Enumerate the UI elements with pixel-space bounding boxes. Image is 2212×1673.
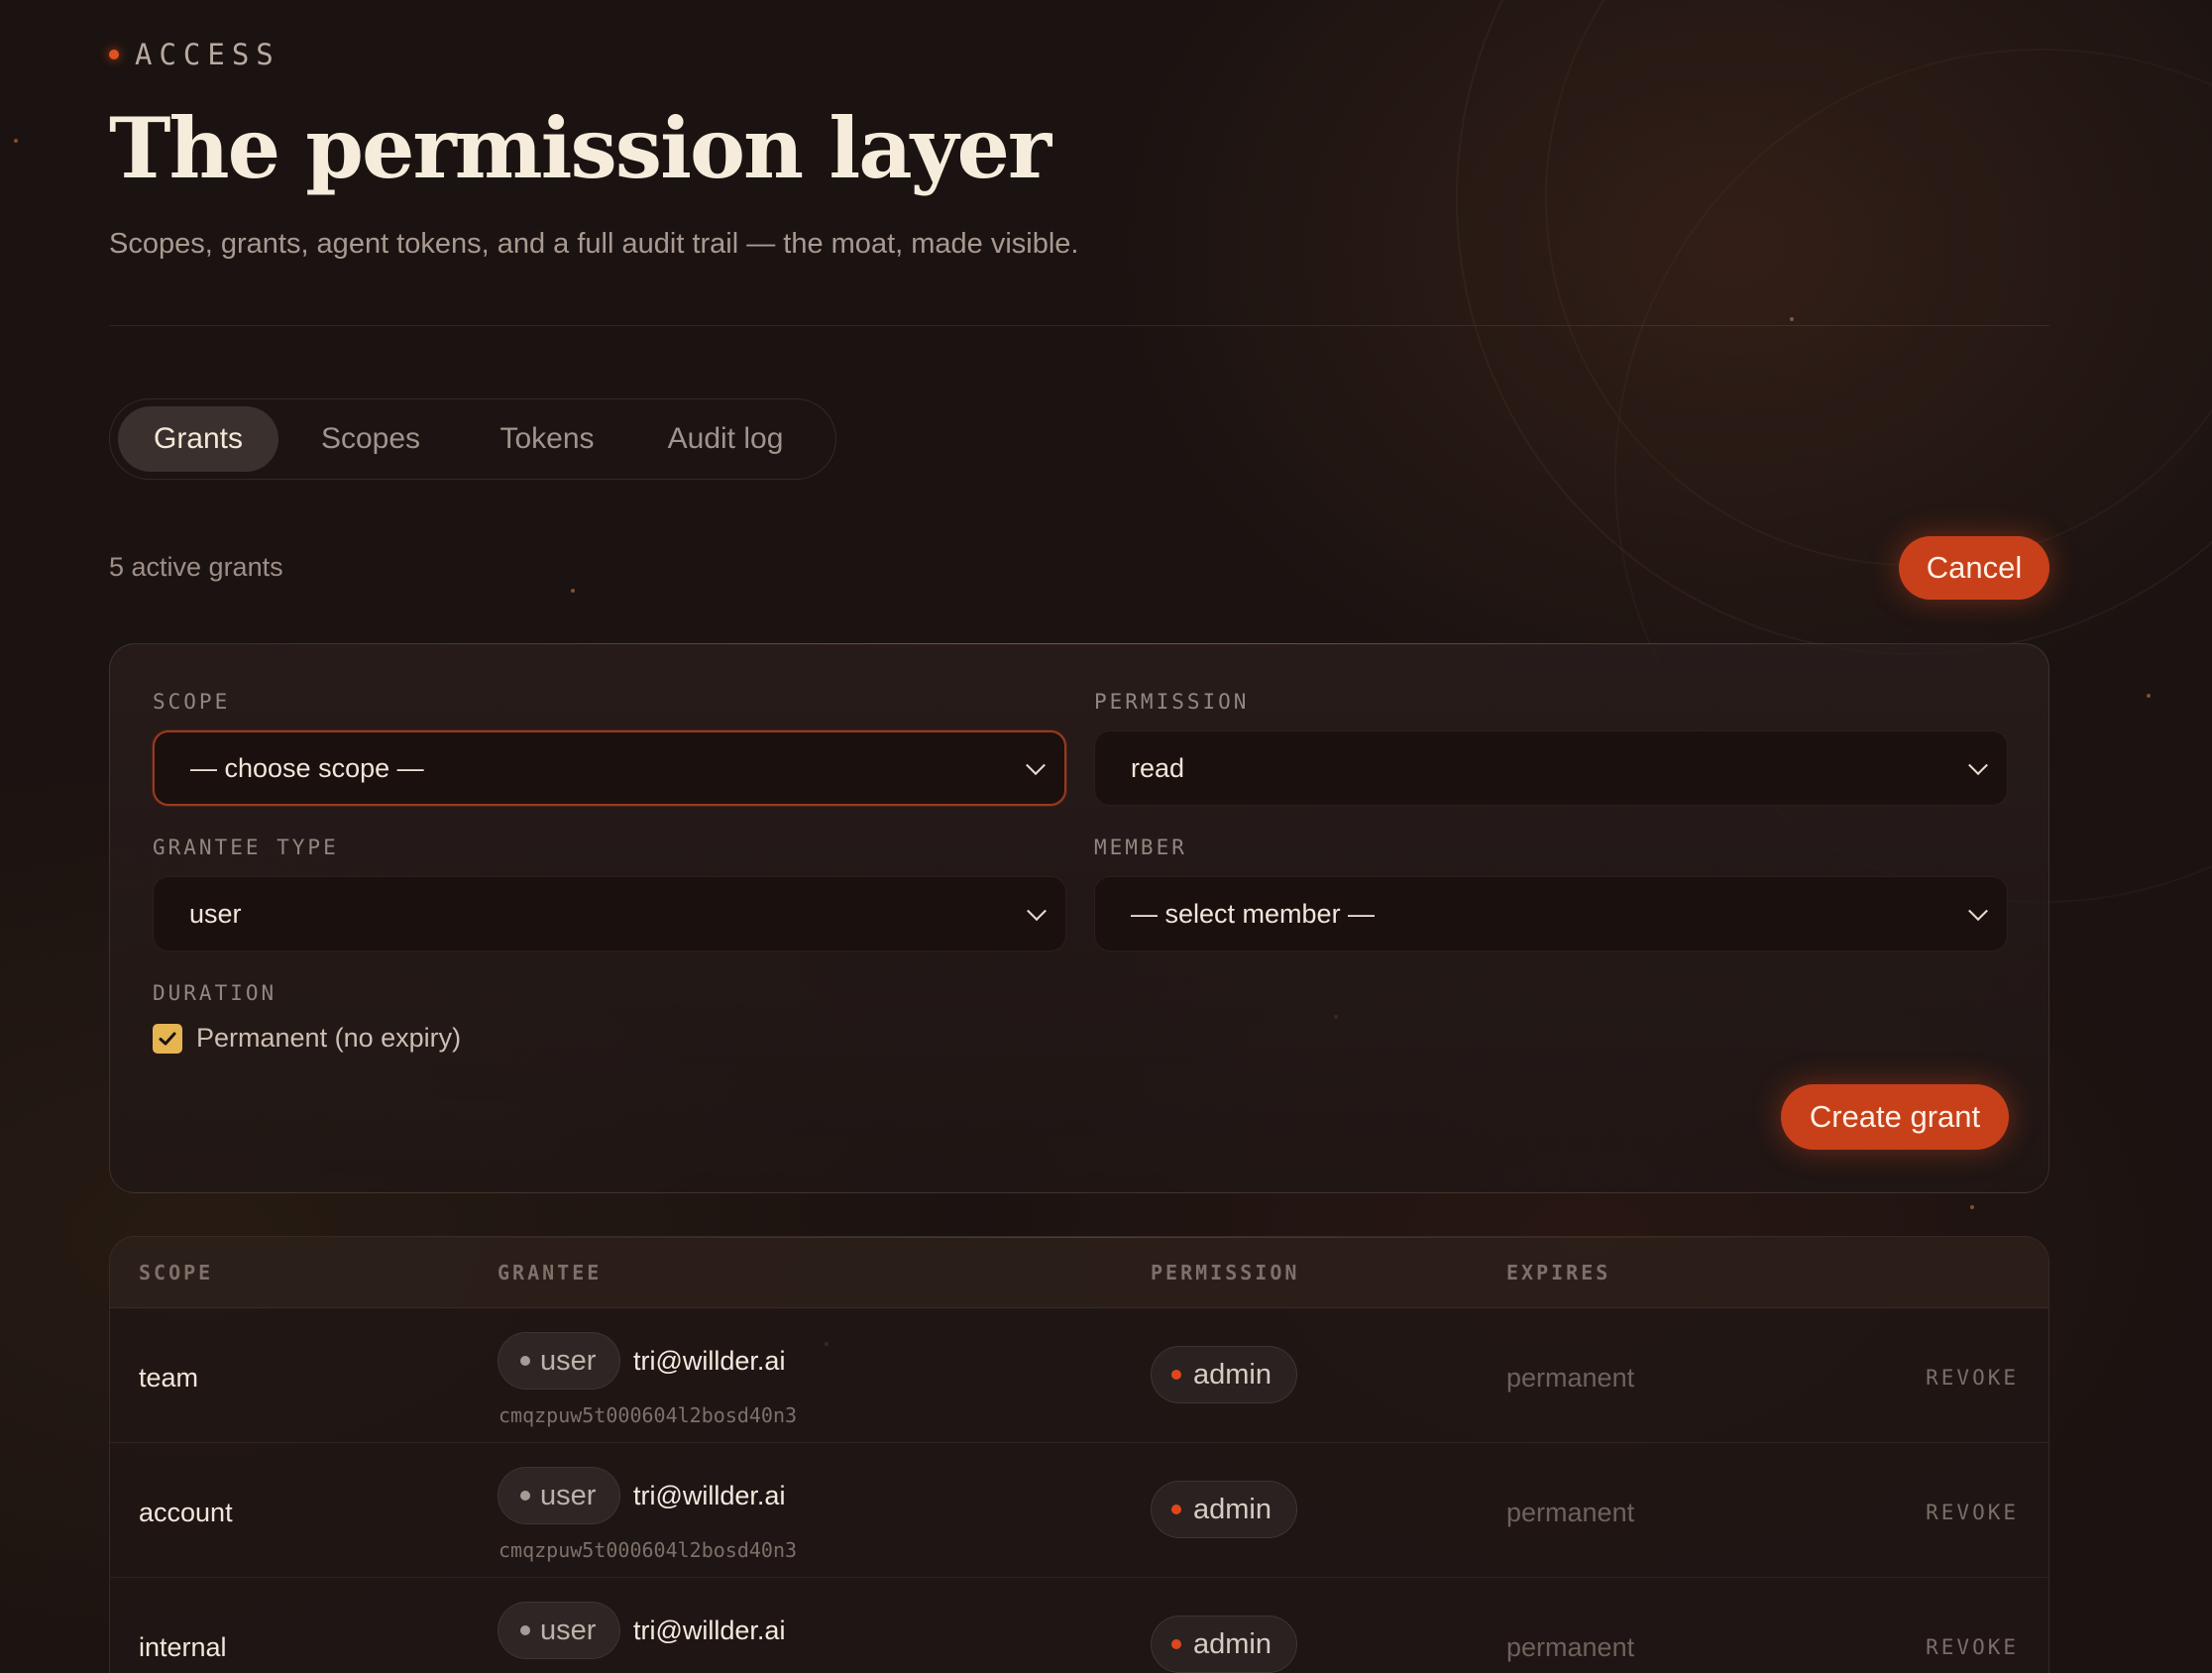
grantee-id: cmqzpuw5t000604l2bosd40n3 xyxy=(498,1538,798,1562)
dot-icon xyxy=(1171,1639,1181,1649)
scope-select[interactable]: — choose scope — xyxy=(153,730,1066,806)
permission-text: admin xyxy=(1193,1358,1272,1391)
permission-chip: admin xyxy=(1151,1616,1297,1673)
permanent-checkbox[interactable] xyxy=(153,1023,182,1054)
permission-chip: admin xyxy=(1151,1346,1297,1403)
column-header-permission: PERMISSION xyxy=(1151,1261,1300,1284)
revoke-button[interactable]: REVOKE xyxy=(1926,1635,2019,1659)
column-header-expires: EXPIRES xyxy=(1506,1261,1611,1284)
row-scope: team xyxy=(139,1363,199,1393)
tab-scopes[interactable]: Scopes xyxy=(278,406,463,472)
permission-label: PERMISSION xyxy=(1094,690,1250,714)
tab-tokens[interactable]: Tokens xyxy=(463,406,631,472)
table-header: SCOPE GRANTEE PERMISSION EXPIRES xyxy=(110,1237,2048,1308)
permission-text: admin xyxy=(1193,1493,1272,1525)
tab-audit-log[interactable]: Audit log xyxy=(631,406,820,472)
row-expires: permanent xyxy=(1506,1363,1635,1393)
grants-table: SCOPE GRANTEE PERMISSION EXPIRES team us… xyxy=(109,1236,2049,1673)
grantee-type-label: GRANTEE TYPE xyxy=(153,836,339,859)
dot-icon xyxy=(520,1491,530,1501)
grantee-type-text: user xyxy=(540,1344,597,1377)
permission-text: admin xyxy=(1193,1627,1272,1660)
page-subtitle: Scopes, grants, agent tokens, and a full… xyxy=(109,228,1079,260)
permission-chip: admin xyxy=(1151,1481,1297,1538)
grantee-type-chip: user xyxy=(498,1332,620,1390)
create-grant-form: SCOPE — choose scope — PERMISSION read G… xyxy=(109,643,2049,1193)
grantee-email: tri@willder.ai xyxy=(633,1616,786,1645)
check-icon xyxy=(159,1032,176,1045)
chevron-down-icon xyxy=(1027,901,1047,922)
dot-icon xyxy=(520,1625,530,1635)
page-title: The permission layer xyxy=(109,99,1051,197)
status-dot-icon xyxy=(109,50,119,59)
scope-label: SCOPE xyxy=(153,690,231,714)
member-label: MEMBER xyxy=(1094,836,1187,859)
column-header-scope: SCOPE xyxy=(139,1261,214,1284)
duration-label: DURATION xyxy=(153,981,277,1005)
dot-icon xyxy=(520,1356,530,1366)
section-eyebrow: ACCESS xyxy=(109,38,280,71)
grantee-type-select-value: user xyxy=(189,898,242,929)
table-row: account user tri@willder.ai cmqzpuw5t000… xyxy=(110,1443,2048,1578)
divider xyxy=(109,325,2049,326)
grantee-type-text: user xyxy=(540,1614,597,1646)
permission-select-value: read xyxy=(1131,752,1185,783)
grantee-email: tri@willder.ai xyxy=(633,1346,786,1376)
permanent-option: Permanent (no expiry) xyxy=(153,1023,461,1054)
grantee-type-select[interactable]: user xyxy=(153,876,1066,951)
row-expires: permanent xyxy=(1506,1632,1635,1662)
row-scope: account xyxy=(139,1498,233,1527)
tab-bar: Grants Scopes Tokens Audit log xyxy=(109,398,836,480)
cancel-button[interactable]: Cancel xyxy=(1899,536,2049,600)
row-expires: permanent xyxy=(1506,1498,1635,1527)
column-header-grantee: GRANTEE xyxy=(498,1261,603,1284)
grantee-email: tri@willder.ai xyxy=(633,1481,786,1510)
eyebrow-label: ACCESS xyxy=(135,38,280,71)
create-grant-button[interactable]: Create grant xyxy=(1781,1084,2009,1150)
permission-select[interactable]: read xyxy=(1094,730,2008,806)
grantee-type-chip: user xyxy=(498,1467,620,1524)
active-grants-count: 5 active grants xyxy=(109,552,283,582)
tab-grants[interactable]: Grants xyxy=(118,406,278,472)
chevron-down-icon xyxy=(1968,901,1988,922)
grantee-type-text: user xyxy=(540,1479,597,1511)
table-row: team user tri@willder.ai cmqzpuw5t000604… xyxy=(110,1308,2048,1443)
permanent-checkbox-label: Permanent (no expiry) xyxy=(196,1023,462,1053)
table-row: internal user tri@willder.ai cmqzpuw5t00… xyxy=(110,1578,2048,1673)
member-select[interactable]: — select member — xyxy=(1094,876,2008,951)
dot-icon xyxy=(1171,1505,1181,1514)
dot-icon xyxy=(1171,1370,1181,1380)
member-select-value: — select member — xyxy=(1131,898,1376,929)
row-scope: internal xyxy=(139,1632,227,1662)
grantee-id: cmqzpuw5t000604l2bosd40n3 xyxy=(498,1403,798,1427)
chevron-down-icon xyxy=(1026,755,1046,776)
scope-select-value: — choose scope — xyxy=(190,752,424,783)
chevron-down-icon xyxy=(1968,755,1988,776)
grantee-type-chip: user xyxy=(498,1602,620,1659)
revoke-button[interactable]: REVOKE xyxy=(1926,1501,2019,1524)
revoke-button[interactable]: REVOKE xyxy=(1926,1366,2019,1390)
